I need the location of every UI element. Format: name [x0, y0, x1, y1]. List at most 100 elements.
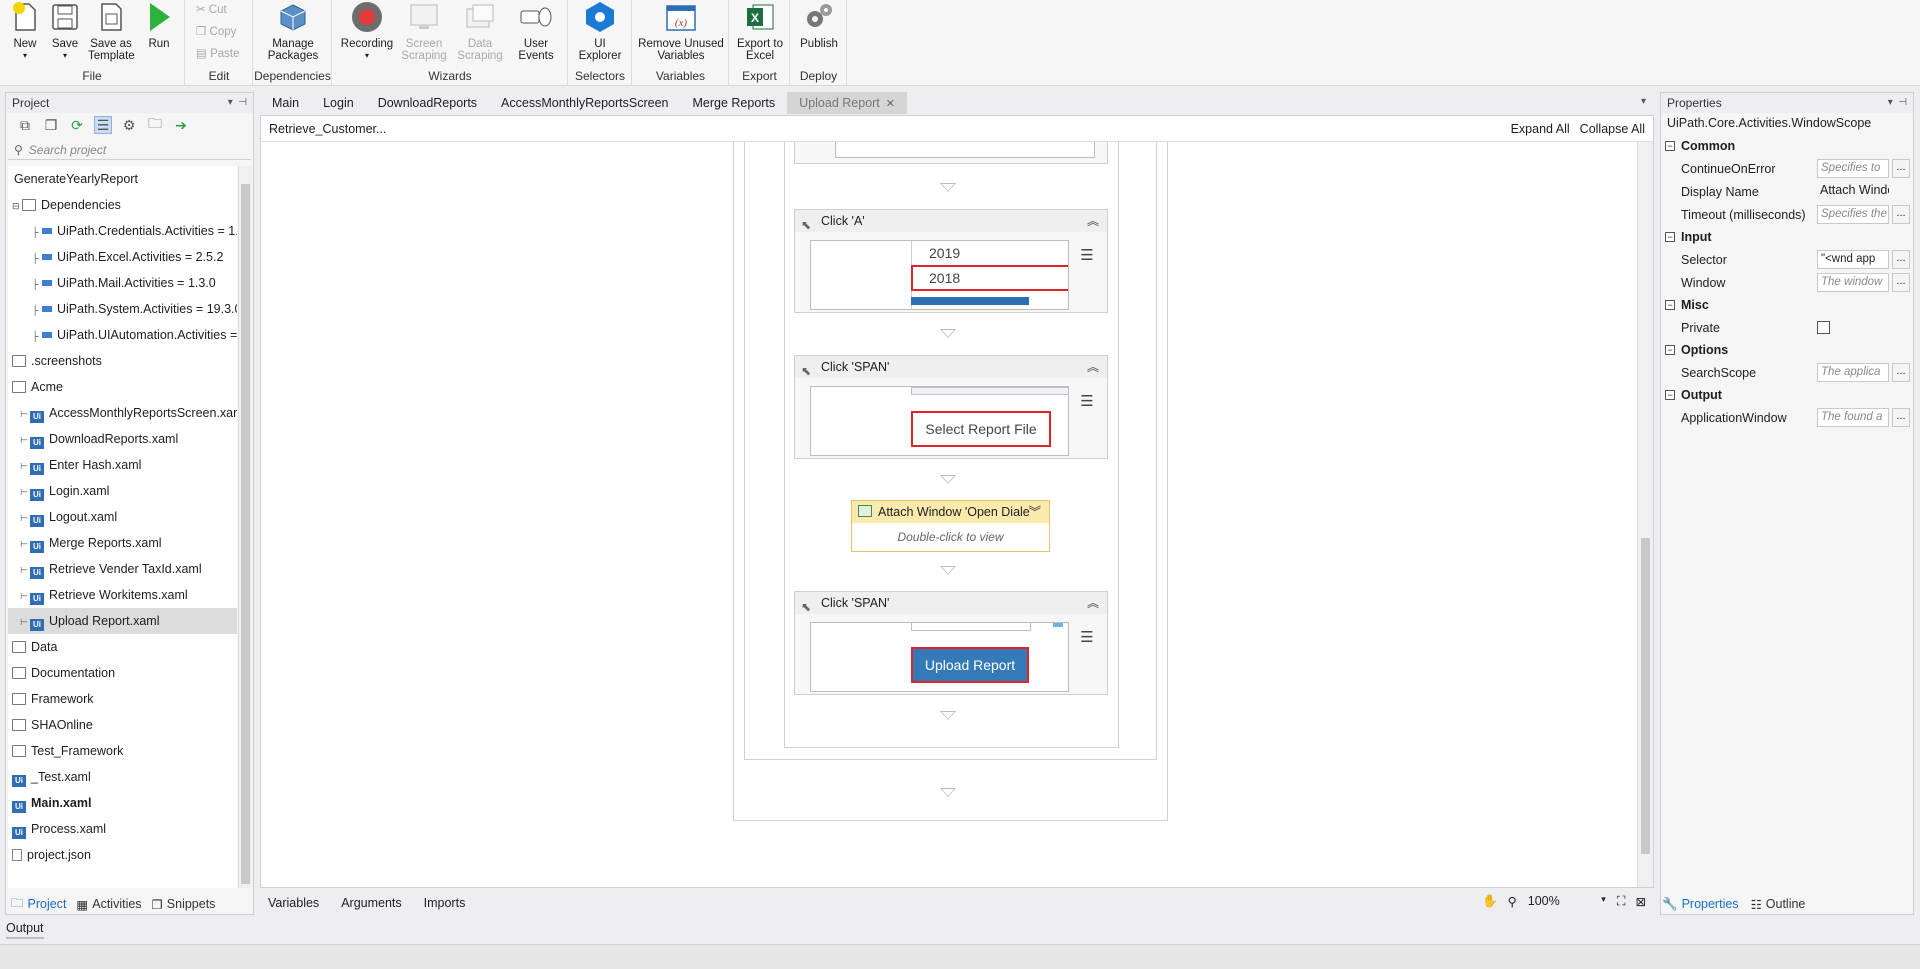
show-all-files-icon[interactable]: ☰	[94, 116, 112, 134]
collapse-box-icon[interactable]: −	[1665, 232, 1675, 242]
activity-click-span-upload[interactable]: ⬉ Click 'SPAN' ︽ Upload Report ☰	[794, 591, 1108, 695]
tree-folder[interactable]: Test_Framework	[8, 738, 237, 764]
link-icon[interactable]: ➔	[172, 116, 190, 134]
expand-all-link[interactable]: Expand All	[1511, 116, 1570, 142]
open-folder-icon[interactable]: 🗀	[146, 115, 164, 134]
tree-expander-icon[interactable]: ⊟	[12, 193, 22, 219]
collapse-all-icon[interactable]: ❐	[42, 116, 60, 134]
screen-scraping-button[interactable]: Screen Scraping	[397, 0, 451, 62]
activity-menu-icon[interactable]: ☰	[1077, 246, 1097, 266]
tree-file[interactable]: ⊢ Ui Upload Report.xaml	[8, 608, 237, 634]
overview-icon[interactable]: ⊠	[1636, 894, 1646, 909]
tree-dependency[interactable]: ├ UiPath.Excel.Activities = 2.5.2	[8, 244, 237, 270]
property-value-field[interactable]: Specifies to	[1817, 159, 1889, 178]
property-category-output[interactable]: − Output	[1661, 384, 1913, 406]
settings-gear-icon[interactable]: ⚙	[120, 116, 138, 134]
tree-file[interactable]: ⊢ Ui DownloadReports.xaml	[8, 426, 237, 452]
user-events-button[interactable]: User Events	[509, 0, 563, 62]
data-scraping-button[interactable]: Data Scraping	[453, 0, 507, 62]
tab-snippets[interactable]: ❐ Snippets	[152, 897, 216, 912]
save-button[interactable]: Save ▾	[48, 0, 82, 62]
tree-folder[interactable]: Framework	[8, 686, 237, 712]
remove-unused-variables-button[interactable]: (x) Remove Unused Variables	[637, 0, 725, 62]
tree-expander-icon[interactable]: ⊢	[20, 453, 30, 479]
expand-all-icon[interactable]: ⧉	[16, 116, 34, 134]
tab-merge-reports[interactable]: Merge Reports	[680, 92, 787, 114]
breadcrumb[interactable]: Retrieve_Customer...	[269, 122, 386, 136]
tab-login[interactable]: Login	[311, 92, 366, 114]
project-vertical-scrollbar[interactable]	[238, 166, 252, 888]
zoom-search-icon[interactable]: ⚲	[1508, 894, 1517, 909]
tree-file[interactable]: Ui Main.xaml	[8, 790, 237, 816]
ellipsis-button[interactable]: ...	[1892, 273, 1910, 292]
ellipsis-button[interactable]: ...	[1892, 250, 1910, 269]
tab-properties[interactable]: 🔧 Properties	[1662, 897, 1739, 912]
tree-expander-icon[interactable]: ├	[32, 297, 42, 323]
paste-button[interactable]: ▤ Paste	[196, 46, 240, 60]
activity-attach-window[interactable]: Attach Window 'Open Diale ︾ Double-click…	[851, 500, 1050, 552]
collapse-box-icon[interactable]: −	[1665, 345, 1675, 355]
tree-expander-icon[interactable]: ⊢	[20, 427, 30, 453]
ui-explorer-button[interactable]: UI Explorer	[575, 0, 625, 62]
tab-outline[interactable]: ☷ Outline	[1751, 897, 1806, 912]
project-root[interactable]: GenerateYearlyReport	[8, 166, 237, 192]
tree-dependency[interactable]: ├ UiPath.UIAutomation.Activities = 19	[8, 322, 237, 348]
tree-expander-icon[interactable]: ├	[32, 323, 42, 349]
manage-packages-button[interactable]: Manage Packages	[264, 0, 322, 62]
tree-expander-icon[interactable]: ⊢	[20, 557, 30, 583]
activity-menu-icon[interactable]: ☰	[1077, 628, 1097, 648]
tree-expander-icon[interactable]: ├	[32, 219, 42, 245]
activity-click-a[interactable]: ⬉ Click 'A' ︽ 2019 2018 ☰	[794, 209, 1108, 313]
property-value-field[interactable]: The applica	[1817, 363, 1889, 382]
property-value-field[interactable]: The window	[1817, 273, 1889, 292]
property-value-field[interactable]: Specifies the	[1817, 205, 1889, 224]
tree-file[interactable]: ⊢ Ui Retrieve Workitems.xaml	[8, 582, 237, 608]
property-category-common[interactable]: − Common	[1661, 135, 1913, 157]
zoom-level-select[interactable]: 100% ▾	[1527, 893, 1607, 909]
refresh-icon[interactable]: ⟳	[68, 116, 86, 134]
publish-button[interactable]: Publish	[797, 0, 841, 50]
tree-dependencies[interactable]: ⊟ Dependencies	[8, 192, 237, 218]
tab-downloadreports[interactable]: DownloadReports	[366, 92, 489, 114]
close-icon[interactable]: ✕	[886, 98, 895, 110]
cut-button[interactable]: ✂ Cut	[196, 2, 227, 16]
collapse-box-icon[interactable]: −	[1665, 141, 1675, 151]
ellipsis-button[interactable]: ...	[1892, 363, 1910, 382]
property-category-misc[interactable]: − Misc	[1661, 294, 1913, 316]
ellipsis-button[interactable]: ...	[1892, 205, 1910, 224]
designer-vertical-scrollbar[interactable]	[1637, 142, 1653, 887]
recording-button[interactable]: Recording ▾	[339, 0, 395, 62]
property-category-input[interactable]: − Input	[1661, 226, 1913, 248]
collapse-icon[interactable]: ︽	[1087, 592, 1099, 614]
tree-file[interactable]: ⊢ Ui Merge Reports.xaml	[8, 530, 237, 556]
tabs-dropdown-icon[interactable]: ▾	[1641, 96, 1646, 107]
fit-to-screen-icon[interactable]: ⛶	[1617, 894, 1626, 909]
tree-folder[interactable]: Documentation	[8, 660, 237, 686]
tree-folder[interactable]: SHAOnline	[8, 712, 237, 738]
tree-folder[interactable]: Data	[8, 634, 237, 660]
imports-tab[interactable]: Imports	[424, 896, 466, 910]
ellipsis-button[interactable]: ...	[1892, 159, 1910, 178]
property-category-options[interactable]: − Options	[1661, 339, 1913, 361]
tree-expander-icon[interactable]: ⊢	[20, 479, 30, 505]
tree-folder[interactable]: Acme	[8, 374, 237, 400]
collapse-box-icon[interactable]: −	[1665, 300, 1675, 310]
arguments-tab[interactable]: Arguments	[341, 896, 401, 910]
property-value-field[interactable]: The found a	[1817, 408, 1889, 427]
tab-project[interactable]: 🗀 Project	[11, 894, 66, 915]
tab-activities[interactable]: ▦ Activities	[76, 897, 141, 912]
panel-pin-icon[interactable]: ▾ ⊣	[228, 93, 247, 113]
output-panel-tab[interactable]: Output	[0, 916, 1920, 940]
scrollbar-thumb[interactable]	[1641, 538, 1650, 854]
property-value-field[interactable]: Attach Window '	[1817, 182, 1889, 201]
panel-pin-icon[interactable]: ▾ ⊣	[1888, 93, 1907, 113]
new-button[interactable]: New ▾	[8, 0, 42, 62]
collapse-all-link[interactable]: Collapse All	[1580, 116, 1645, 142]
copy-button[interactable]: ❐ Copy	[196, 24, 236, 38]
tree-file[interactable]: Ui Process.xaml	[8, 816, 237, 842]
tab-main[interactable]: Main	[260, 92, 311, 114]
run-button[interactable]: Run	[142, 0, 176, 50]
collapse-icon[interactable]: ︽	[1087, 356, 1099, 378]
collapse-icon[interactable]: ︽	[1087, 210, 1099, 232]
tree-expander-icon[interactable]: ⊢	[20, 401, 30, 427]
